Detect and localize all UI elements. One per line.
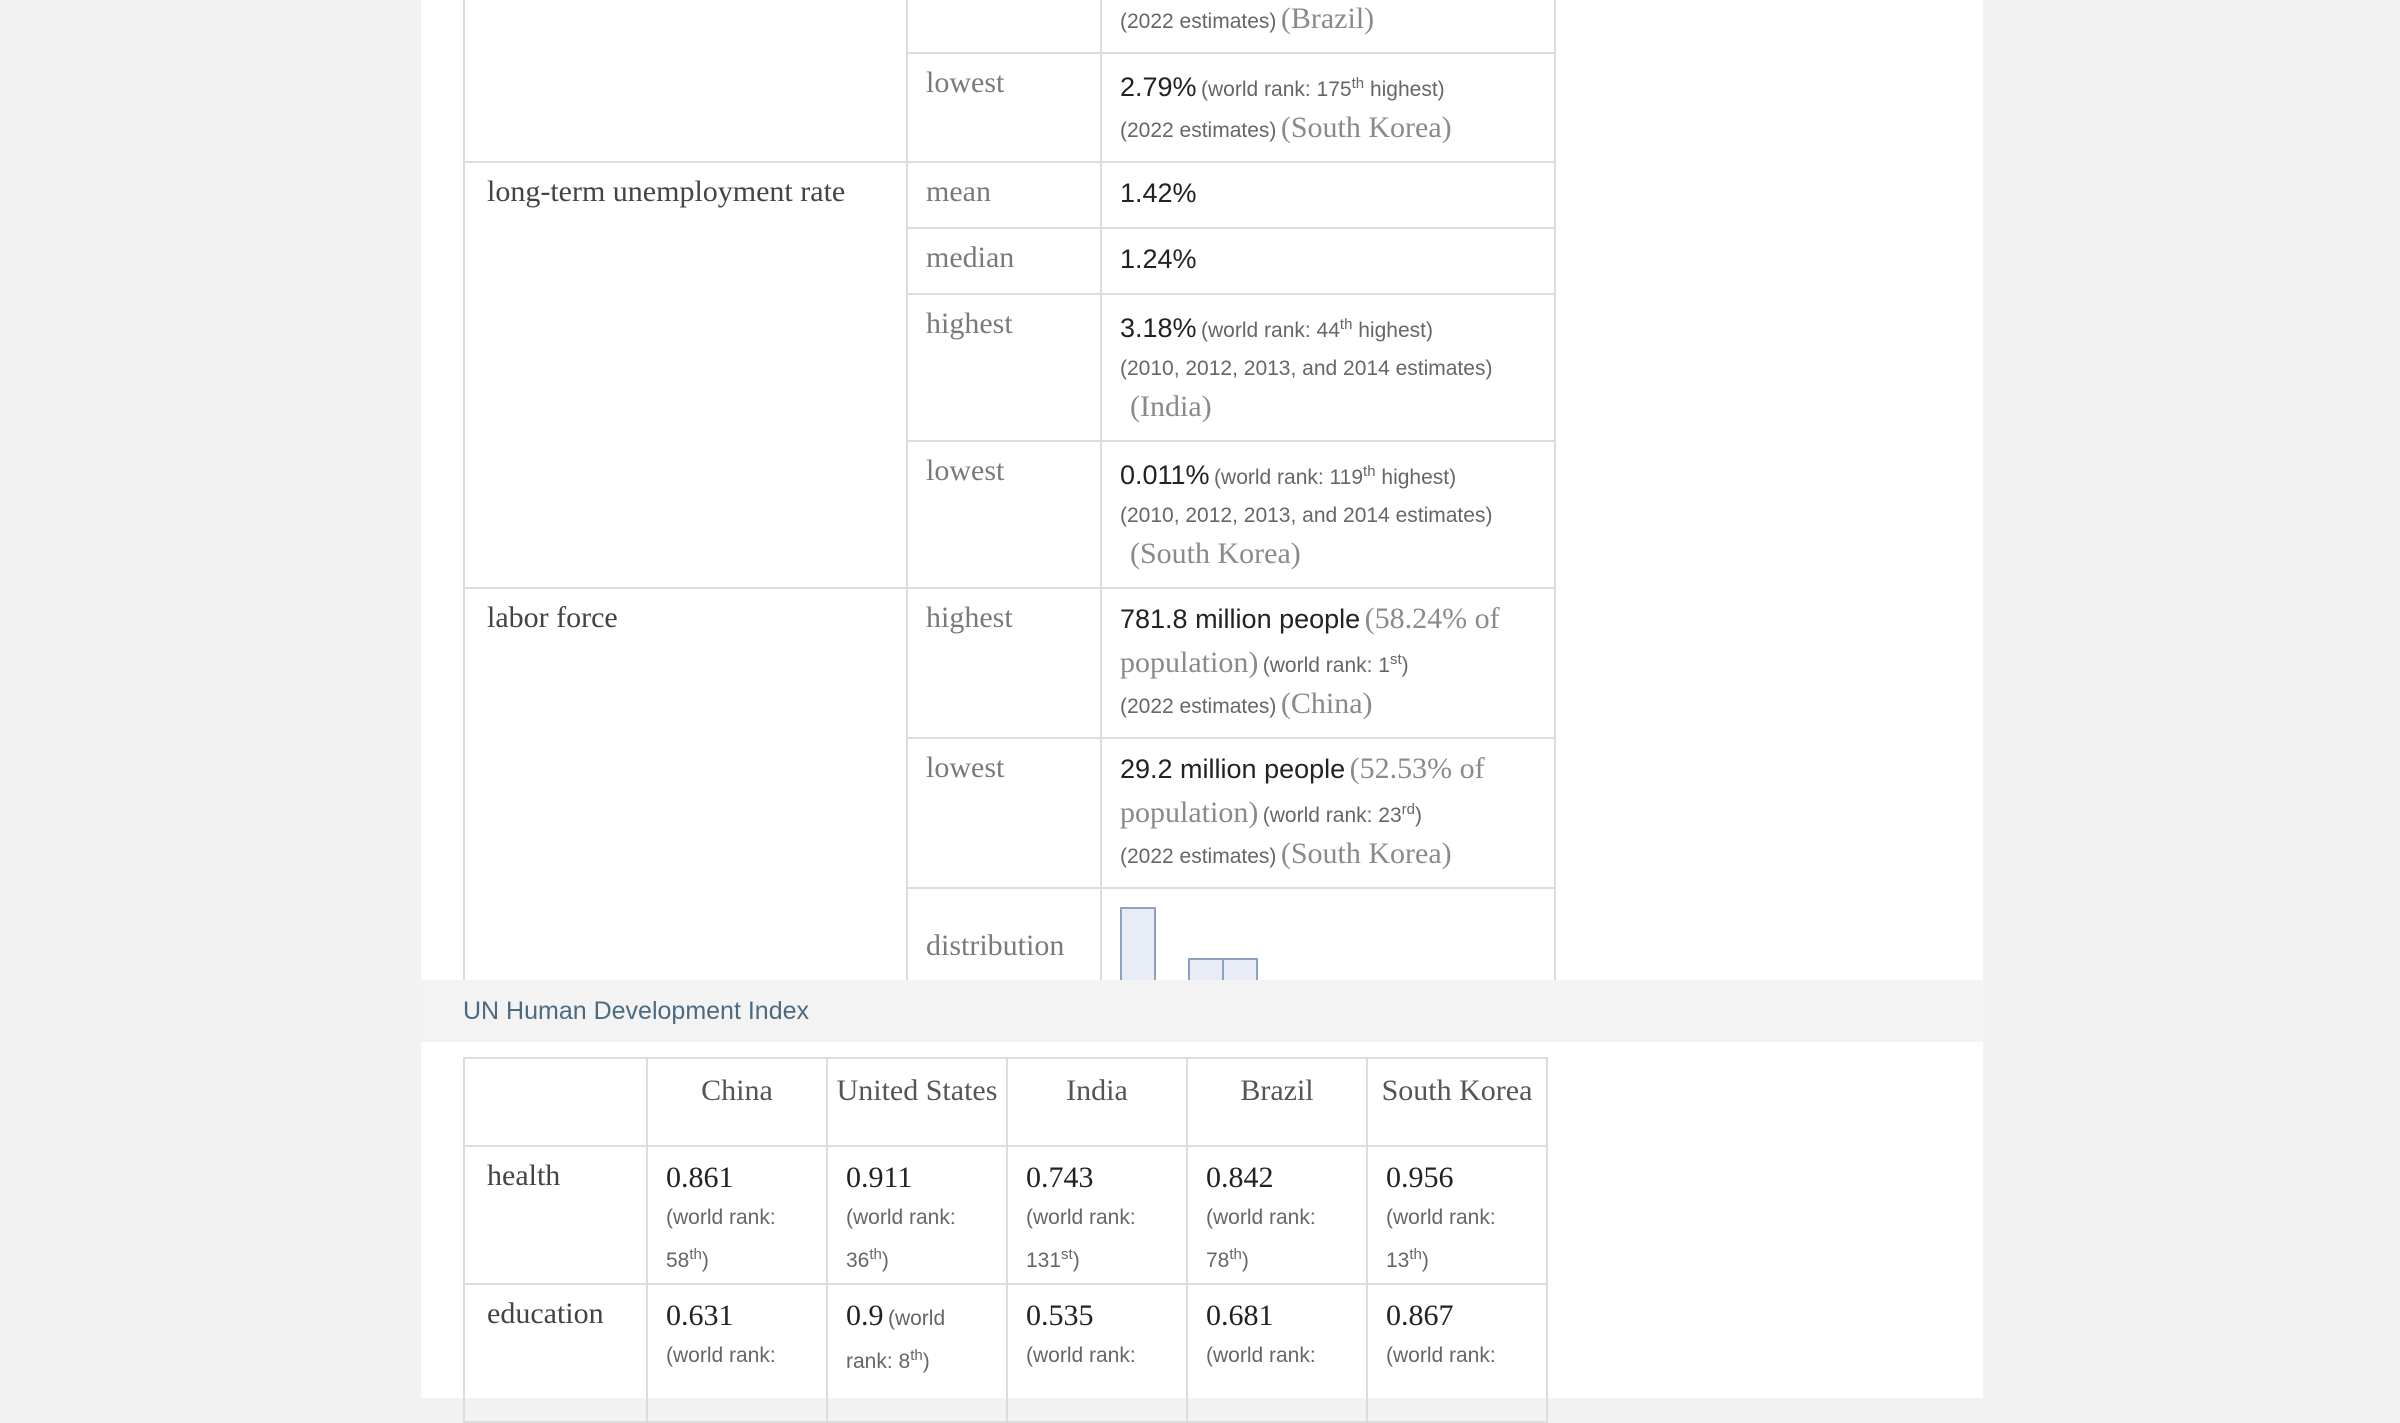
highest-value-cell: 3.18% (world rank: 44th highest) (2010, … bbox=[1100, 293, 1556, 442]
country-label: (South Korea) bbox=[1280, 111, 1452, 144]
column-header: United States bbox=[826, 1057, 1008, 1147]
highest-value: 3.18% bbox=[1120, 313, 1197, 343]
content-page: (2022 estimates) (Brazil) lowest 2.79% (… bbox=[421, 0, 1983, 1423]
column-header: Brazil bbox=[1186, 1057, 1368, 1147]
estimate-note: (2022 estimates) bbox=[1120, 695, 1277, 718]
lowest-value: 0.011% bbox=[1120, 460, 1210, 490]
section-title[interactable]: UN Human Development Index bbox=[463, 997, 809, 1026]
estimate-note: (2010, 2012, 2013, and 2014 estimates) bbox=[1120, 357, 1493, 380]
estimate-note: (2022 estimates) bbox=[1120, 10, 1277, 33]
median-value: 1.24% bbox=[1120, 244, 1197, 274]
lowest-label: lowest bbox=[906, 440, 1102, 589]
mean-value-cell: 1.42% bbox=[1100, 161, 1556, 229]
hdi-cell: 0.956 (world rank: 13th) bbox=[1366, 1145, 1548, 1285]
world-rank: (world rank: 119th highest) bbox=[1214, 463, 1457, 489]
hdi-cell: 0.861 (world rank: 58th) bbox=[646, 1145, 828, 1285]
highest-value-cell: 781.8 million people (58.24% of populati… bbox=[1100, 587, 1556, 739]
mean-label: mean bbox=[906, 161, 1102, 229]
estimate-note: (2022 estimates) bbox=[1120, 119, 1277, 142]
section-header: UN Human Development Index bbox=[421, 980, 1983, 1042]
mean-value: 1.42% bbox=[1120, 178, 1197, 208]
hdi-cell: 0.842 (world rank: 78th) bbox=[1186, 1145, 1368, 1285]
world-rank: (world rank: 23rd) bbox=[1262, 801, 1422, 827]
histogram-bar bbox=[1120, 907, 1156, 987]
labor-force-label: labor force bbox=[463, 587, 908, 1005]
country-label: (South Korea) bbox=[1130, 537, 1301, 570]
lowest-value: 29.2 million people bbox=[1120, 754, 1346, 784]
lowest-label: lowest bbox=[906, 52, 1102, 163]
column-header: China bbox=[646, 1057, 828, 1147]
hdi-cell: 0.9 (world rank: 8th) bbox=[826, 1283, 1008, 1423]
estimate-note: (2010, 2012, 2013, and 2014 estimates) bbox=[1120, 504, 1493, 527]
previous-rowgroup-label bbox=[463, 0, 908, 163]
hdi-cell: 0.867 (world rank: bbox=[1366, 1283, 1548, 1423]
hdi-cell: 0.681 (world rank: bbox=[1186, 1283, 1368, 1423]
lowest-value: 2.79% bbox=[1120, 72, 1197, 102]
highest-value: 781.8 million people bbox=[1120, 604, 1361, 634]
lowest-value-cell: 29.2 million people (52.53% of populatio… bbox=[1100, 737, 1556, 889]
lowest-value-cell: 0.011% (world rank: 119th highest) (2010… bbox=[1100, 440, 1556, 589]
world-rank: (world rank: 44th highest) bbox=[1201, 316, 1433, 342]
corner-cell bbox=[463, 1057, 648, 1147]
hdi-cell: 0.743 (world rank: 131st) bbox=[1006, 1145, 1188, 1285]
highest-label: highest bbox=[906, 293, 1102, 442]
long-term-unemployment-label: long-term unemployment rate bbox=[463, 161, 908, 589]
hdi-cell: 0.631 (world rank: bbox=[646, 1283, 828, 1423]
country-label: (China) bbox=[1280, 687, 1373, 720]
row-label-education: education bbox=[463, 1283, 648, 1423]
lowest-value-cell: 2.79% (world rank: 175th highest) (2022 … bbox=[1100, 52, 1556, 163]
previous-sublabel bbox=[906, 0, 1102, 54]
world-rank: (world rank: 175th highest) bbox=[1201, 75, 1445, 101]
highest-label: highest bbox=[906, 587, 1102, 739]
distribution-histogram bbox=[1120, 907, 1260, 987]
unemployment-table: (2022 estimates) (Brazil) lowest 2.79% (… bbox=[463, 0, 1556, 1005]
country-label: (Brazil) bbox=[1280, 2, 1375, 35]
estimate-note: (2022 estimates) bbox=[1120, 845, 1277, 868]
country-label: (India) bbox=[1130, 390, 1212, 423]
median-label: median bbox=[906, 227, 1102, 295]
hdi-cell: 0.911 (world rank: 36th) bbox=[826, 1145, 1008, 1285]
country-label: (South Korea) bbox=[1280, 837, 1452, 870]
world-rank: (world rank: 1st) bbox=[1262, 651, 1409, 677]
previous-value: (2022 estimates) (Brazil) bbox=[1100, 0, 1556, 54]
lowest-label: lowest bbox=[906, 737, 1102, 889]
row-label-health: health bbox=[463, 1145, 648, 1285]
median-value-cell: 1.24% bbox=[1100, 227, 1556, 295]
hdi-table: China United States India Brazil South K… bbox=[463, 1057, 1548, 1423]
column-header: South Korea bbox=[1366, 1057, 1548, 1147]
column-header: India bbox=[1006, 1057, 1188, 1147]
hdi-cell: 0.535 (world rank: bbox=[1006, 1283, 1188, 1423]
